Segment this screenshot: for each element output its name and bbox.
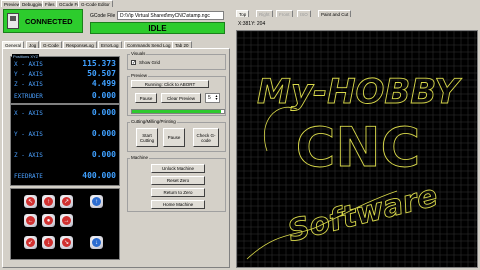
jog-z-up-icon: ↑ [92,197,101,206]
check-gcode-button[interactable]: Check G-code [193,128,219,147]
preview-speed-spinner[interactable]: 5 ▲ ▼ [205,93,220,103]
jog-up-right-button[interactable]: ↗ [60,195,73,208]
dro-axis-label: Z - AXIS [14,152,43,159]
cutting-title: Cutting/Milling/Printing [130,119,177,124]
spinner-arrows-icon[interactable]: ▲ ▼ [214,94,219,102]
dro-axis-label: Z - AXIS [14,81,43,88]
jog-down-right-button[interactable]: ↘ [60,236,73,249]
jog-z-down-icon: ↓ [92,238,101,247]
show-grid-label: Show Grid [139,60,161,65]
dro-axis-label: Y - AXIS [14,131,43,138]
preview-speed-value: 5 [208,95,211,101]
jog-up-left-button[interactable]: ↖ [24,195,37,208]
home-machine-button[interactable]: Home Machine [151,200,205,209]
preview-progress-fill [132,110,222,113]
show-grid-checkbox[interactable]: ✓ [131,60,136,66]
dro-z-value: 4.499 [91,79,116,88]
dro-feedrate-value: 400.000 [82,171,116,180]
view-tab-front[interactable]: Front [276,10,293,17]
status-bar: IDLE [90,22,225,34]
tab-error-log[interactable]: ErrorLog [98,41,122,48]
return-to-zero-button[interactable]: Return to Zero [151,188,205,197]
dro-work-z-value: 0.000 [91,150,116,159]
dro-work-x-value: 0.000 [91,108,116,117]
visuals-title: Visuals [130,51,147,56]
dro-title: Positions XYZ [12,54,40,59]
abort-preview-button[interactable]: Running: Click to ABORT [131,80,209,88]
unlock-machine-button[interactable]: Unlock Machine [151,164,205,173]
jog-down-left-icon: ↙ [26,238,35,247]
jog-down-left-button[interactable]: ↙ [24,236,37,249]
cutting-pause-button[interactable]: Pause [163,128,185,147]
preview-progress-track [131,109,225,114]
dro-work-y-value: 0.000 [91,129,116,138]
dro-axis-label: FEEDRATE [14,173,43,180]
tab-response-log[interactable]: ResponseLog [63,41,97,48]
connected-label: CONNECTED [25,16,73,26]
jog-right-icon: → [62,216,71,225]
dro-axis-label: X - AXIS [14,110,43,117]
preview-title: Preview [130,73,149,78]
jog-up-button[interactable]: ↑ [42,195,55,208]
tab-commands-send-log[interactable]: Commands Send Log [124,41,174,48]
jog-z-down-button[interactable]: ↓ [90,236,103,249]
dro-y-value: 50.507 [87,69,116,78]
clear-preview-button[interactable]: Clear Preview [161,93,201,103]
preview-text-line2: CNC [296,116,420,179]
jog-left-button[interactable]: ← [24,214,37,227]
menu-tab-gcode-editor[interactable]: G-Code Editor [78,0,113,7]
tab-general[interactable]: General [2,41,25,48]
view-tab-right[interactable]: Right [256,10,273,17]
dro-axis-label: X - AXIS [14,61,43,68]
dro-axis-label: EXTRUDER [14,93,43,100]
dro-x-value: 115.373 [82,59,116,68]
tab-20[interactable]: Tab 20 [172,41,192,48]
jog-right-button[interactable]: → [60,214,73,227]
jog-down-right-icon: ↘ [62,238,71,247]
dro-axis-label: Y - AXIS [14,71,43,78]
preview-text-line1: My-HOBBY [257,72,462,112]
view-tab-paint-and-cut[interactable]: Paint and Cut [318,10,352,17]
jog-up-left-icon: ↖ [26,197,35,206]
jog-z-up-button[interactable]: ↑ [90,195,103,208]
jog-stop-button[interactable]: ● [42,214,55,227]
preview-canvas[interactable]: My-HOBBY CNC Software [236,30,478,268]
jog-left-icon: ← [26,216,35,225]
gcode-file-path-field[interactable]: D:\Vip Virtual Shared\myCNC\stamp.ngc [117,11,224,20]
preview-pause-button[interactable]: Pause [135,93,157,103]
reset-zero-button[interactable]: Reset Zero [151,176,205,185]
jog-stop-icon: ● [44,216,53,225]
usb-icon [7,13,19,29]
start-cutting-button[interactable]: Start Cutting [136,128,158,147]
tab-jog[interactable]: Jog [26,41,40,48]
machine-title: Machine [130,155,150,160]
jog-down-icon: ↓ [44,238,53,247]
jog-up-icon: ↑ [44,197,53,206]
view-tab-top[interactable]: Top [236,10,250,17]
connected-panel[interactable]: CONNECTED [3,9,83,33]
toolpath-preview: My-HOBBY CNC Software [237,31,477,267]
jog-up-right-icon: ↗ [62,197,71,206]
gcode-file-label: GCode File [90,13,116,19]
dro-extruder-value: 0.000 [91,91,116,100]
tab-gcode[interactable]: G-Code [40,41,62,48]
jog-down-button[interactable]: ↓ [42,236,55,249]
cursor-coords: X:381Y: 204 [238,21,266,27]
view-tab-iso[interactable]: ISO [297,10,311,17]
